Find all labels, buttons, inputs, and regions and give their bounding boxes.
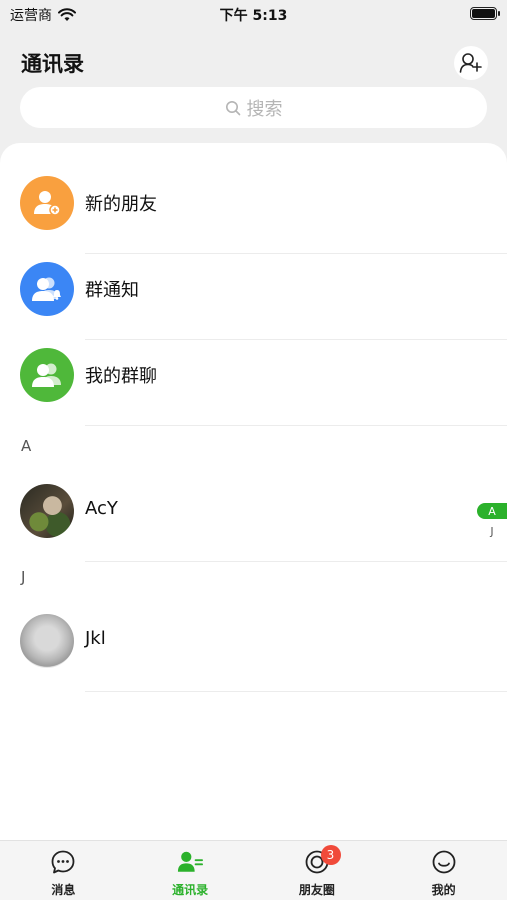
- tab-me-label: 我的: [431, 883, 456, 897]
- my-group-chats-row[interactable]: 我的群聊: [0, 340, 507, 426]
- my-group-chats-label: 我的群聊: [85, 366, 157, 387]
- my-group-chats-avatar: [20, 348, 74, 402]
- divider: [85, 691, 507, 692]
- group-notification-label: 群通知: [85, 280, 139, 301]
- tab-contacts[interactable]: 通讯录: [127, 841, 254, 900]
- tab-messages[interactable]: 消息: [0, 841, 127, 900]
- battery-icon: [470, 7, 500, 20]
- tab-moments[interactable]: 3 朋友圈: [254, 841, 381, 900]
- add-friend-button[interactable]: [454, 46, 488, 80]
- contact-row[interactable]: Jkl: [0, 606, 507, 692]
- group-notification-icon: [32, 277, 61, 301]
- new-friends-label: 新的朋友: [85, 194, 157, 215]
- status-time: 下午 5:13: [219, 8, 288, 24]
- contact-name: Jkl: [85, 628, 106, 649]
- section-header-j: J: [21, 568, 26, 586]
- divider: [85, 561, 507, 562]
- tab-me[interactable]: 我的: [380, 841, 507, 900]
- tab-bar: 消息 通讯录 3 朋友圈 我的: [0, 840, 507, 900]
- avatar: [20, 484, 74, 538]
- tab-moments-label: 朋友圈: [298, 883, 335, 897]
- index-item-j[interactable]: J: [477, 523, 507, 539]
- group-notification-row[interactable]: 群通知: [0, 254, 507, 340]
- new-friends-row[interactable]: 新的朋友: [0, 168, 507, 254]
- page-title: 通讯录: [21, 52, 84, 76]
- alphabet-index[interactable]: A J: [477, 503, 507, 539]
- add-person-icon: [34, 191, 61, 216]
- section-header-a: A: [21, 437, 32, 455]
- contact-name: AcY: [85, 498, 118, 519]
- moments-badge: 3: [320, 845, 341, 865]
- avatar: [20, 614, 74, 668]
- smiley-icon: [432, 850, 456, 874]
- index-item-a[interactable]: A: [477, 503, 507, 519]
- contacts-icon: [178, 851, 204, 872]
- tab-contacts-label: 通讯录: [172, 883, 209, 897]
- search-placeholder: 搜索: [246, 98, 283, 120]
- group-chat-icon: [32, 363, 61, 387]
- divider: [85, 425, 507, 426]
- add-person-icon: [459, 53, 482, 73]
- status-bar: 运营商 下午 5:13: [0, 0, 507, 30]
- tab-messages-label: 消息: [51, 883, 76, 897]
- contact-row[interactable]: AcY: [0, 476, 507, 562]
- search-input[interactable]: 搜索: [20, 87, 487, 128]
- group-notification-avatar: [20, 262, 74, 316]
- chat-bubble-icon: [51, 850, 75, 874]
- new-friends-avatar: [20, 176, 74, 230]
- search-icon: [225, 100, 240, 115]
- contacts-list: 新的朋友 群通知 我的群聊 A AcY J Jkl: [0, 143, 507, 840]
